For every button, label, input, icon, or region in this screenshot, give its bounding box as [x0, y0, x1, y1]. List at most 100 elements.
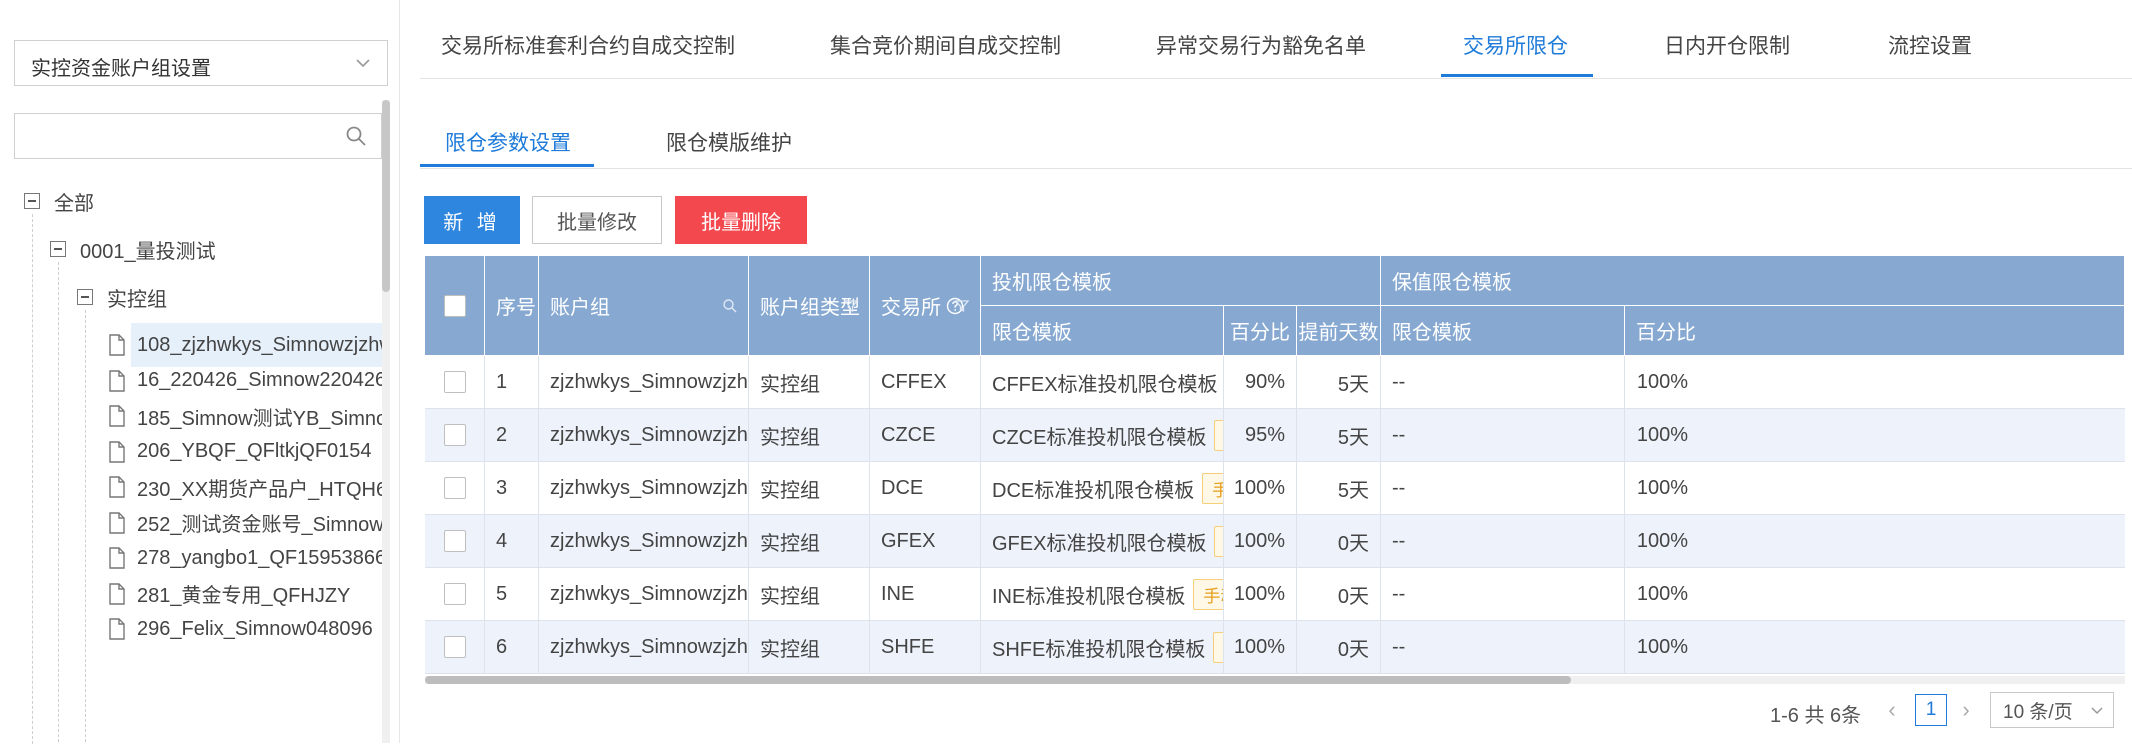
filter-icon[interactable] [954, 298, 970, 314]
header-account-group[interactable]: 账户组 [539, 256, 749, 356]
row-checkbox[interactable] [443, 530, 466, 552]
page-number-current[interactable]: 1 [1915, 694, 1947, 726]
row-checkbox[interactable] [443, 477, 466, 499]
search-icon[interactable] [722, 298, 738, 314]
cell-spec-template: SHFE标准投机限仓模板手动 [981, 621, 1224, 674]
header-exchange-label: 交易所 [881, 297, 941, 319]
file-icon [109, 476, 125, 498]
cell-hedge-percent: 100% [1625, 409, 2125, 462]
cell-spec-days: 5天 [1297, 356, 1381, 409]
table-row[interactable]: 1zjzhwkys_Simnowzjzhwkys实控组CFFEXCFFEX标准投… [425, 356, 2125, 409]
tree-leaf-row[interactable]: 296_Felix_Simnow048096 [137, 607, 373, 651]
row-select-cell[interactable] [425, 409, 485, 462]
table-row[interactable]: 5zjzhwkys_Simnowzjzhwkys实控组INEINE标准投机限仓模… [425, 568, 2125, 621]
tree-node-label: 0001_量投测试 [80, 240, 216, 263]
active-tab-indicator [1441, 74, 1593, 77]
row-checkbox[interactable] [443, 371, 466, 393]
tab-self-trade-arbitrage[interactable]: 交易所标准套利合约自成交控制 [441, 30, 735, 60]
collapse-icon[interactable] [77, 289, 93, 305]
row-select-cell[interactable] [425, 568, 485, 621]
hedge-percent-value: 100% [1636, 635, 1688, 658]
row-checkbox[interactable] [443, 583, 466, 605]
cell-spec-days: 0天 [1297, 621, 1381, 674]
cell-group-type: 实控组 [749, 515, 870, 568]
cell-spec-percent: 100% [1224, 568, 1297, 621]
cell-hedge-template: -- [1381, 462, 1625, 515]
tree-guide-line [58, 262, 59, 742]
cell-hedge-percent: 100% [1625, 462, 2125, 515]
active-subtab-indicator [420, 164, 594, 167]
manual-tag: 手动 [1214, 419, 1223, 451]
row-select-cell[interactable] [425, 462, 485, 515]
cell-hedge-percent: 100% [1625, 356, 2125, 409]
file-icon [109, 334, 125, 356]
chevron-down-icon [356, 59, 370, 68]
tab-abnormal-trade-exemption[interactable]: 异常交易行为豁免名单 [1156, 30, 1366, 60]
cell-group-type: 实控组 [749, 568, 870, 621]
cell-account-group: zjzhwkys_Simnowzjzhwkys [539, 409, 749, 462]
add-button[interactable]: 新 增 [424, 196, 520, 244]
filter-icon[interactable] [843, 298, 859, 314]
select-all-checkbox[interactable] [443, 294, 466, 317]
hedge-percent-value: 100% [1636, 582, 1688, 605]
cell-account-group: zjzhwkys_Simnowzjzhwkys [539, 356, 749, 409]
tab-limit-templates[interactable]: 限仓模版维护 [666, 127, 792, 157]
tree-node-root[interactable]: 全部 [24, 179, 94, 223]
file-icon [109, 405, 125, 427]
batch-delete-button[interactable]: 批量删除 [675, 196, 807, 244]
prev-page-button[interactable]: ‹ [1882, 697, 1902, 723]
tree-leaf-label: 185_Simnow测试YB_Simnow [137, 407, 382, 430]
batch-edit-button[interactable]: 批量修改 [532, 196, 662, 244]
table-horizontal-scrollbar[interactable] [425, 676, 2125, 684]
tree-node-subgroup[interactable]: 实控组 [77, 275, 167, 319]
tab-call-auction-self-trade[interactable]: 集合竞价期间自成交控制 [830, 30, 1061, 60]
table-row[interactable]: 3zjzhwkys_Simnowzjzhwkys实控组DCEDCE标准投机限仓模… [425, 462, 2125, 515]
tree-leaf-label: 252_测试资金账号_Simnow [137, 514, 382, 536]
row-select-cell[interactable] [425, 621, 485, 674]
table-row[interactable]: 6zjzhwkys_Simnowzjzhwkys实控组SHFESHFE标准投机限… [425, 621, 2125, 674]
table-row[interactable]: 2zjzhwkys_Simnowzjzhwkys实控组CZCECZCE标准投机限… [425, 409, 2125, 462]
collapse-icon[interactable] [24, 193, 40, 209]
sidebar-scrollbar-thumb[interactable] [382, 100, 390, 292]
hedge-percent-value: 100% [1636, 529, 1688, 552]
tab-flow-control[interactable]: 流控设置 [1888, 30, 1972, 60]
file-icon [109, 440, 125, 463]
row-select-cell[interactable] [425, 356, 485, 409]
tab-intraday-open-limit[interactable]: 日内开仓限制 [1664, 30, 1790, 60]
table-scrollbar-thumb[interactable] [425, 676, 1571, 684]
tree-search-input[interactable] [14, 113, 382, 159]
row-checkbox[interactable] [443, 636, 466, 658]
cell-group-type: 实控组 [749, 621, 870, 674]
tree-node-group[interactable]: 0001_量投测试 [50, 227, 216, 271]
header-index: 序号 [485, 256, 539, 356]
table-row[interactable]: 4zjzhwkys_Simnowzjzhwkys实控组GFEXGFEX标准投机限… [425, 515, 2125, 568]
cell-hedge-percent: 100% [1625, 621, 2125, 674]
next-page-button[interactable]: › [1956, 697, 1976, 723]
cell-index: 4 [485, 515, 539, 568]
cell-spec-days: 5天 [1297, 462, 1381, 515]
tree-node-label: 全部 [54, 192, 94, 215]
cell-index: 2 [485, 409, 539, 462]
cell-spec-percent: 100% [1224, 462, 1297, 515]
cell-hedge-template: -- [1381, 515, 1625, 568]
tab-limit-params[interactable]: 限仓参数设置 [445, 127, 571, 157]
tree-leaf-label: 281_黄金专用_QFHJZY [137, 585, 351, 607]
manual-tag: 手动 [1213, 631, 1223, 663]
collapse-icon[interactable] [50, 241, 66, 257]
tree-leaf[interactable]: 296_Felix_Simnow048096 [137, 607, 382, 651]
tab-exchange-position-limit[interactable]: 交易所限仓 [1463, 30, 1568, 60]
account-group-select[interactable]: 实控资金账户组设置 [14, 40, 388, 86]
tree-leaf-label: 206_YBQF_QFltkjQF0154 [137, 440, 372, 462]
spec-template-name: CZCE标准投机限仓模板 [992, 426, 1207, 449]
cell-spec-percent: 100% [1224, 621, 1297, 674]
chevron-down-icon [2091, 707, 2103, 715]
row-checkbox[interactable] [443, 424, 466, 446]
header-group-type[interactable]: 账户组类型 [749, 256, 870, 356]
tree-leaf-label: 108_zjzhwkys_Simnowzjzhwkys [137, 333, 382, 356]
row-select-cell[interactable] [425, 515, 485, 568]
search-icon[interactable] [345, 125, 367, 147]
header-exchange[interactable]: 交易所 [870, 256, 981, 356]
sidebar-scrollbar[interactable] [382, 100, 390, 743]
page-size-select[interactable]: 10 条/页 [1990, 692, 2114, 728]
cell-spec-days: 0天 [1297, 515, 1381, 568]
